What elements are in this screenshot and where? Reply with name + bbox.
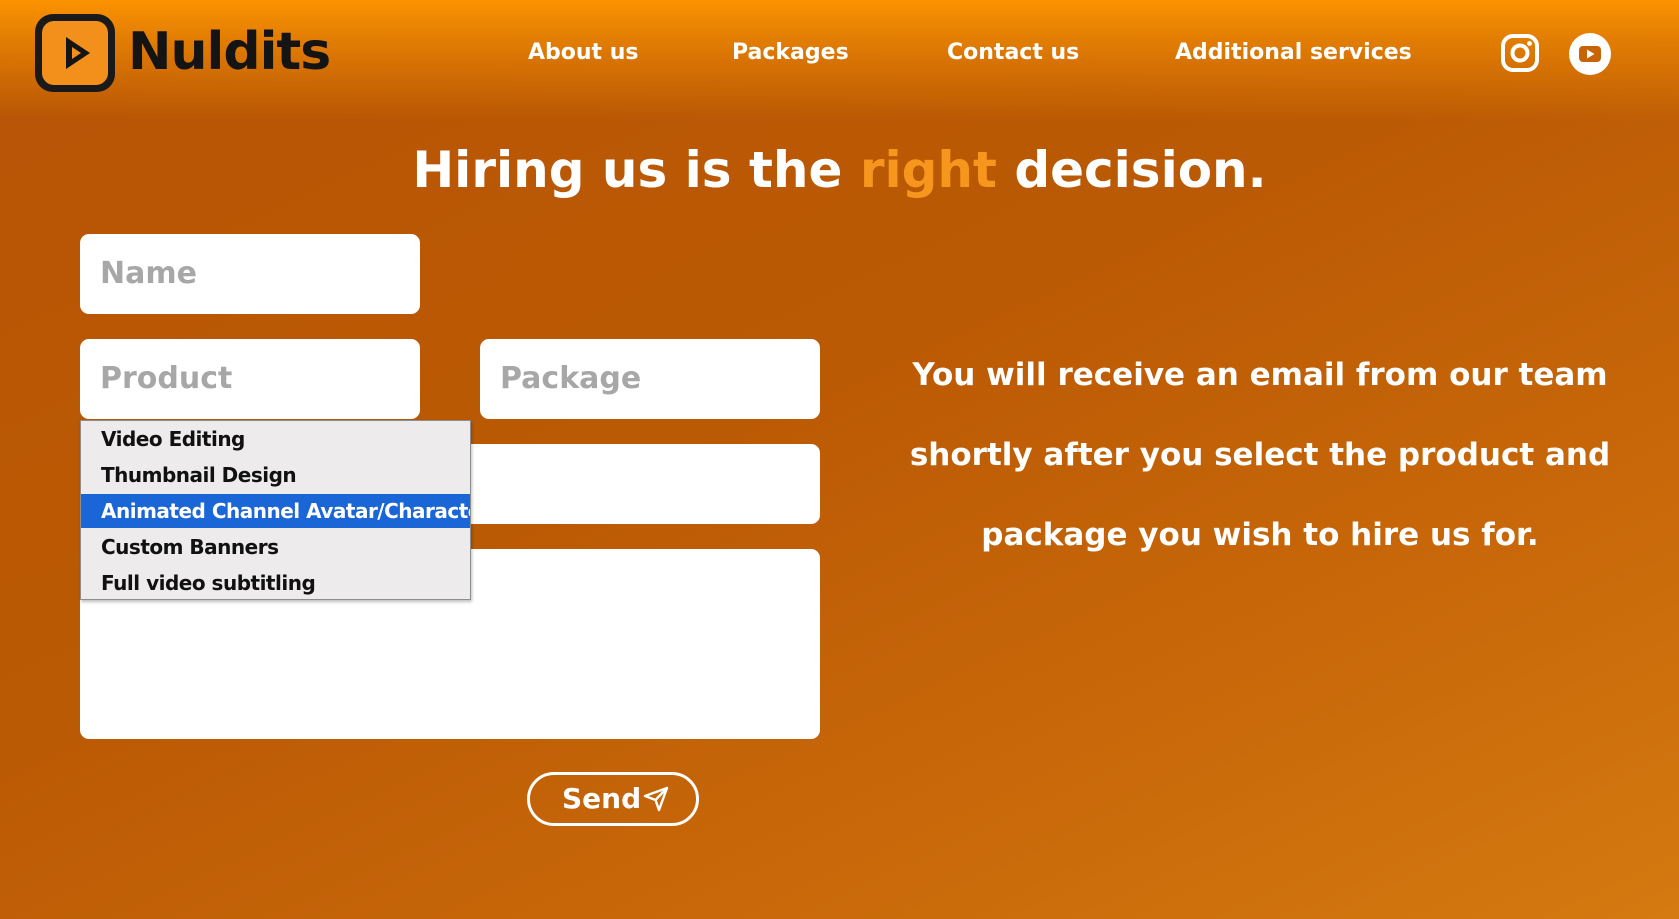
package-select[interactable]: Package <box>480 339 820 419</box>
dropdown-option-custom-banners[interactable]: Custom Banners <box>81 530 470 564</box>
brand-name[interactable]: Nuldits <box>128 20 331 84</box>
heading-text-start: Hiring us is the <box>412 141 843 199</box>
info-line-1: You will receive an email from our team <box>912 357 1608 393</box>
name-input[interactable]: Name <box>80 234 420 314</box>
send-label: Send <box>562 782 642 815</box>
dropdown-option-thumbnail-design[interactable]: Thumbnail Design <box>81 458 470 492</box>
instagram-icon[interactable] <box>1500 33 1540 73</box>
product-dropdown-list[interactable]: Video Editing Thumbnail Design Animated … <box>80 420 471 600</box>
logo-background <box>42 21 108 85</box>
send-button[interactable]: Send <box>527 772 699 826</box>
play-icon-cutout <box>72 47 81 59</box>
package-placeholder: Package <box>500 361 642 396</box>
heading-accent-word: right <box>859 141 997 199</box>
nav-contact-us[interactable]: Contact us <box>947 38 1079 68</box>
nav-additional-services[interactable]: Additional services <box>1175 38 1412 68</box>
youtube-icon[interactable] <box>1569 33 1611 75</box>
dropdown-option-full-video-subtitling[interactable]: Full video subtitling <box>81 566 470 600</box>
nav-about-us[interactable]: About us <box>528 38 638 68</box>
logo[interactable] <box>35 14 115 92</box>
page-heading: Hiring us is the right decision. <box>0 138 1679 202</box>
name-placeholder: Name <box>100 256 197 291</box>
site-header: Nuldits About us Packages Contact us Add… <box>0 0 1679 110</box>
info-message: You will receive an email from our team … <box>905 335 1615 575</box>
dropdown-option-animated-avatar[interactable]: Animated Channel Avatar/Character <box>81 494 470 528</box>
nav-packages[interactable]: Packages <box>732 38 849 68</box>
dropdown-option-video-editing[interactable]: Video Editing <box>81 422 470 456</box>
product-placeholder: Product <box>100 361 233 396</box>
product-select[interactable]: Product <box>80 339 420 419</box>
heading-text-end: decision. <box>1014 141 1267 199</box>
info-line-3: package you wish to hire us for. <box>981 517 1539 553</box>
info-line-2: shortly after you select the product and <box>909 437 1611 473</box>
paper-plane-icon <box>642 785 670 813</box>
